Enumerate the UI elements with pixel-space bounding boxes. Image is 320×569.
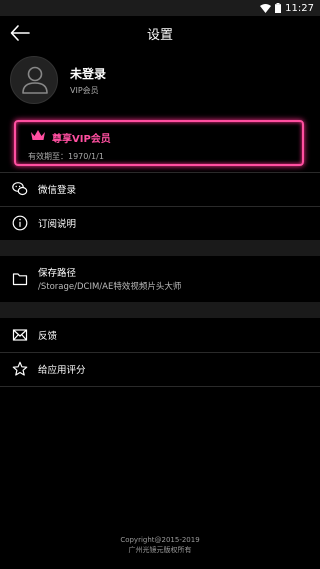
rate-app-label: 给应用评分 (38, 365, 86, 376)
folder-icon (12, 273, 28, 286)
profile-membership: VIP会员 (70, 86, 99, 95)
vip-expiry: 有效期至：1970/1/1 (28, 152, 104, 161)
status-icons: 11:27 (260, 0, 314, 16)
mail-icon (12, 329, 28, 341)
status-time: 11:27 (285, 2, 314, 14)
section-gap (0, 302, 320, 318)
menu-feedback[interactable]: 反馈 (0, 318, 320, 352)
user-icon (22, 66, 48, 94)
star-icon (12, 361, 28, 376)
battery-icon (275, 3, 282, 13)
vip-title: 尊享VIP会员 (52, 134, 111, 145)
page-title: 设置 (146, 28, 173, 43)
menu-save-path[interactable] (0, 256, 320, 302)
app-bar: 设置 (0, 16, 320, 50)
feedback-label: 反馈 (38, 331, 58, 342)
menu-subscription-info[interactable]: 订阅说明 (0, 206, 320, 240)
subscription-info-label: 订阅说明 (38, 219, 77, 230)
wifi-icon (260, 3, 272, 13)
company-text: 广州光镜元版权所有 (128, 546, 192, 554)
footer: Copyright@2015-2019 广州光镜元版权所有 (0, 535, 320, 555)
section-gap (0, 240, 320, 256)
crown-icon (31, 130, 45, 140)
vip-card[interactable]: 尊享VIP会员 有效期至：1970/1/1 (14, 120, 304, 166)
info-icon (12, 215, 28, 231)
divider (0, 386, 320, 387)
profile-section[interactable]: 未登录 VIP会员 (0, 54, 320, 110)
menu-wechat-login[interactable]: 微信登录 (0, 172, 320, 206)
wechat-icon (12, 182, 28, 196)
save-path-value: /Storage/DCIM/AE特效视频片头大师 (38, 282, 182, 292)
profile-name: 未登录 (70, 67, 107, 81)
menu-rate-app[interactable]: 给应用评分 (0, 352, 320, 386)
copyright-text: Copyright@2015-2019 (120, 536, 200, 544)
avatar[interactable] (10, 56, 58, 104)
wechat-login-label: 微信登录 (38, 185, 77, 196)
save-path-label: 保存路径 (38, 268, 77, 279)
status-bar: 11:27 (0, 0, 320, 16)
